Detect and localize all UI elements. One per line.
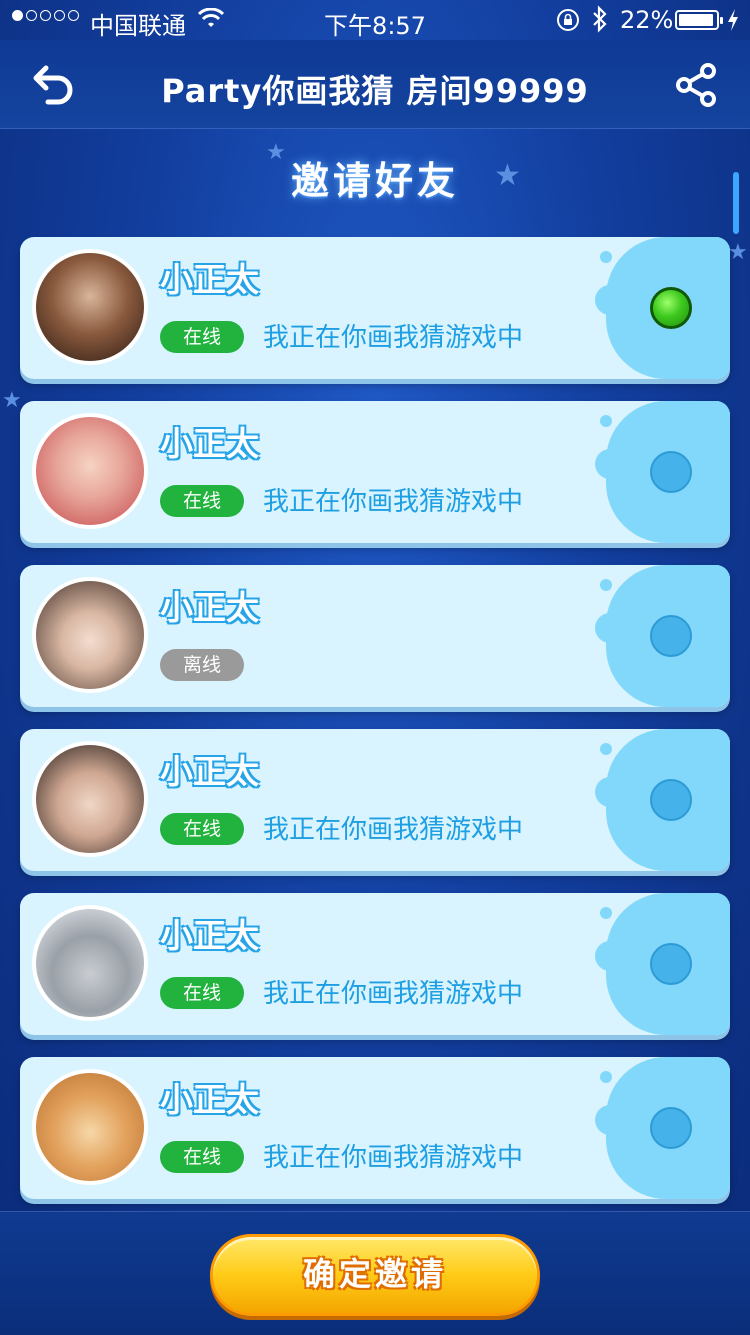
bottom-bar: 确定邀请	[0, 1211, 750, 1335]
card-decoration	[595, 777, 625, 807]
charging-icon	[726, 8, 740, 38]
select-radio[interactable]	[650, 779, 692, 821]
avatar	[32, 577, 148, 693]
friend-card[interactable]: 小正太 在线 我正在你画我猜游戏中	[20, 237, 730, 379]
status-badge: 在线	[160, 485, 244, 517]
status-badge: 离线	[160, 649, 244, 681]
friend-card[interactable]: 小正太 在线 我正在你画我猜游戏中	[20, 1057, 730, 1199]
star-decoration: ★	[728, 240, 748, 265]
card-decoration	[595, 1105, 625, 1135]
friend-name: 小正太	[160, 916, 259, 955]
friend-name: 小正太	[160, 1080, 259, 1119]
friend-name: 小正太	[160, 752, 259, 791]
navigation-bar: Party你画我猜 房间99999	[0, 40, 750, 129]
card-decoration	[595, 941, 625, 971]
status-badge: 在线	[160, 321, 244, 353]
activity-text: 我正在你画我猜游戏中	[263, 323, 524, 353]
invite-friends-title: 邀请好友	[290, 159, 459, 203]
friend-card[interactable]: 小正太 离线	[20, 565, 730, 707]
card-decoration	[600, 251, 612, 263]
card-decoration	[595, 613, 625, 643]
card-decoration	[600, 907, 612, 919]
card-decoration	[600, 743, 612, 755]
card-decoration	[595, 285, 625, 315]
activity-text: 我正在你画我猜游戏中	[263, 487, 524, 517]
friend-name: 小正太	[160, 424, 259, 463]
avatar	[32, 741, 148, 857]
select-radio[interactable]	[650, 451, 692, 493]
activity-text: 我正在你画我猜游戏中	[263, 815, 524, 845]
battery-icon	[675, 10, 723, 30]
status-badge: 在线	[160, 1141, 244, 1173]
activity-text: 我正在你画我猜游戏中	[263, 1143, 524, 1173]
avatar	[32, 249, 148, 365]
card-decoration	[600, 579, 612, 591]
card-decoration	[595, 449, 625, 479]
battery-percent: 22%	[620, 6, 674, 34]
friend-name: 小正太	[160, 588, 259, 627]
select-radio[interactable]	[650, 1107, 692, 1149]
friend-card[interactable]: 小正太 在线 我正在你画我猜游戏中	[20, 893, 730, 1035]
card-decoration	[600, 1071, 612, 1083]
status-badge: 在线	[160, 977, 244, 1009]
avatar	[32, 413, 148, 529]
confirm-invite-button[interactable]: 确定邀请	[210, 1234, 540, 1316]
status-bar: 中国联通 下午8:57 22%	[0, 0, 750, 40]
friend-name: 小正太	[160, 260, 259, 299]
scrollbar[interactable]	[733, 172, 739, 234]
share-button[interactable]	[674, 62, 720, 108]
bluetooth-icon	[590, 5, 610, 39]
share-icon	[676, 63, 716, 107]
card-decoration	[600, 415, 612, 427]
friend-card[interactable]: 小正太 在线 我正在你画我猜游戏中	[20, 401, 730, 543]
avatar	[32, 1069, 148, 1185]
room-title: Party你画我猜 房间99999	[161, 72, 589, 110]
status-badge: 在线	[160, 813, 244, 845]
friend-list: 小正太 在线 我正在你画我猜游戏中 小正太 在线 我正在你画我猜游戏中 小正太 …	[20, 237, 730, 1221]
rotation-lock-icon	[556, 8, 580, 38]
activity-text: 我正在你画我猜游戏中	[263, 979, 524, 1009]
star-decoration: ★	[2, 388, 22, 413]
avatar	[32, 905, 148, 1021]
select-radio[interactable]	[650, 943, 692, 985]
friend-card[interactable]: 小正太 在线 我正在你画我猜游戏中	[20, 729, 730, 871]
select-radio[interactable]	[650, 615, 692, 657]
select-radio[interactable]	[650, 287, 692, 329]
